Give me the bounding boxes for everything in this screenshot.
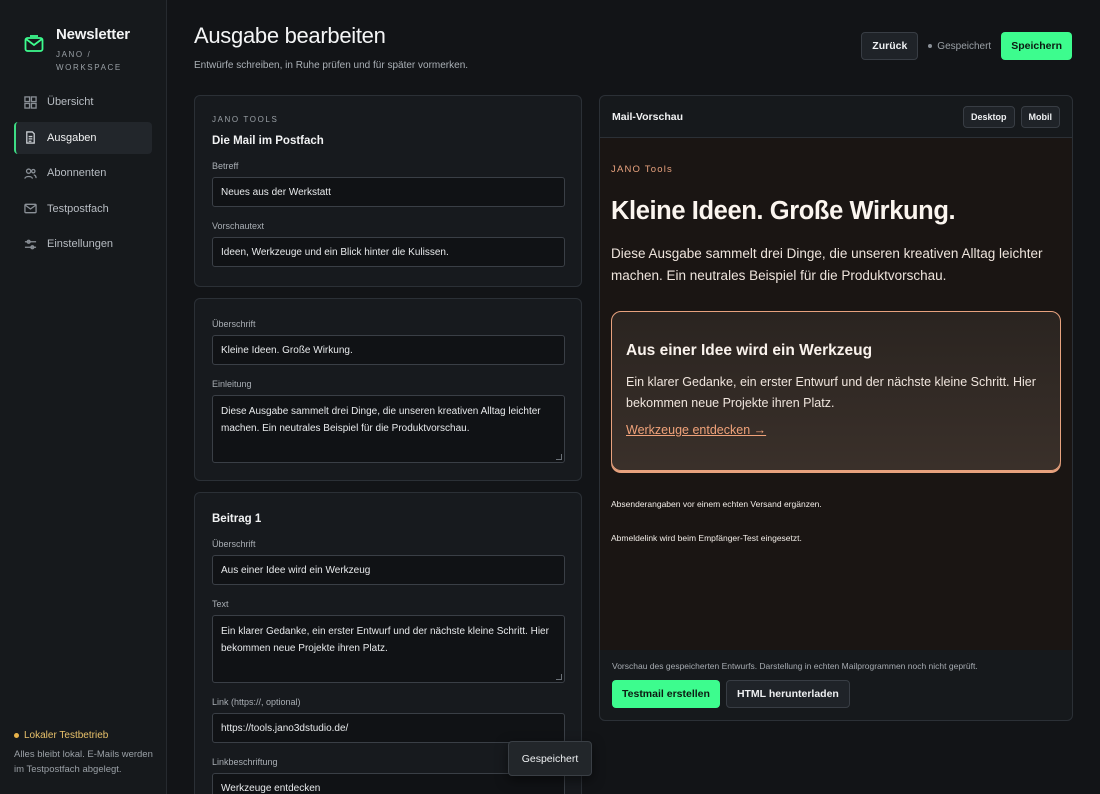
- heading-input[interactable]: Kleine Ideen. Große Wirkung.: [212, 335, 565, 365]
- sidebar-item-label: Einstellungen: [47, 238, 114, 250]
- sidebar-item-uebersicht[interactable]: Übersicht: [14, 86, 152, 118]
- mobile-view-button[interactable]: Mobil: [1020, 105, 1060, 128]
- post-heading-label: Überschrift: [212, 539, 256, 549]
- mail-icon: [24, 203, 37, 214]
- subject-input[interactable]: Neues aus der Werkstatt: [212, 177, 565, 207]
- card-eyebrow: JANO TOOLS: [212, 115, 279, 124]
- intro-textarea-value: Diese Ausgabe sammelt drei Dinge, die un…: [221, 406, 541, 434]
- mail-box-text: Ein klarer Gedanke, ein erster Entwurf u…: [626, 375, 1036, 410]
- sidebar-nav: Übersicht Ausgaben Abonnenten Testpostfa…: [14, 86, 152, 264]
- mail-settings-card: JANO TOOLS Die Mail im Postfach Betreff …: [194, 95, 582, 287]
- subject-label: Betreff: [212, 161, 239, 171]
- page-subtitle: Entwürfe schreiben, in Ruhe prüfen und f…: [194, 60, 469, 71]
- mail-heading: Kleine Ideen. Große Wirkung.: [611, 197, 956, 225]
- sidebar-item-label: Testpostfach: [47, 202, 109, 215]
- back-button[interactable]: Zurück: [861, 32, 919, 60]
- post-title: Beitrag 1: [212, 513, 262, 525]
- link-text-input[interactable]: Werkzeuge entdecken: [212, 773, 565, 794]
- mail-unsubscribe-note: Abmeldelink wird beim Empfänger-Test ein…: [611, 533, 802, 543]
- sidebar: Newsletter JANO / WORKSPACE Übersicht Au…: [0, 0, 167, 794]
- brand-title: Newsletter: [56, 26, 130, 43]
- mail-feature-box: Aus einer Idee wird ein Werkzeug Ein kla…: [611, 311, 1061, 471]
- save-status: Gespeichert: [928, 41, 991, 52]
- download-html-button[interactable]: HTML herunterladen: [725, 680, 850, 708]
- mail-box-link[interactable]: Werkzeuge entdecken →: [626, 423, 766, 437]
- resize-grip-icon[interactable]: [556, 454, 562, 460]
- status-description: Alles bleibt lokal. E-Mails werden im Te…: [14, 749, 153, 775]
- brand-subtitle: JANO / WORKSPACE: [56, 50, 122, 72]
- link-input[interactable]: https://tools.jano3dstudio.de/: [212, 713, 565, 743]
- sidebar-item-einstellungen[interactable]: Einstellungen: [14, 228, 152, 260]
- sidebar-item-abonnenten[interactable]: Abonnenten: [14, 157, 152, 189]
- card-title: Die Mail im Postfach: [212, 135, 324, 147]
- grid-icon: [24, 95, 37, 109]
- sliders-icon: [24, 239, 37, 249]
- mail-brand: JANO Tools: [611, 164, 673, 175]
- post-text-label: Text: [212, 599, 229, 609]
- link-label: Link (https://, optional): [212, 697, 301, 707]
- mail-intro: Diese Ausgabe sammelt drei Dinge, die un…: [611, 246, 1043, 283]
- post-text-value: Ein klarer Gedanke, ein erster Entwurf u…: [221, 626, 549, 654]
- desktop-view-button[interactable]: Desktop: [962, 105, 1015, 128]
- resize-grip-icon[interactable]: [556, 674, 562, 680]
- content-card: Überschrift Kleine Ideen. Große Wirkung.…: [194, 298, 582, 481]
- preview-text-label: Vorschautext: [212, 221, 265, 231]
- mail-logo-icon: [24, 35, 44, 52]
- preview-hint: Vorschau des gespeicherten Entwurfs. Dar…: [612, 661, 978, 671]
- saved-toast: Gespeichert: [508, 741, 592, 776]
- users-icon: [24, 167, 37, 179]
- mail-box-title: Aus einer Idee wird ein Werkzeug: [626, 342, 873, 359]
- save-button[interactable]: Speichern: [1001, 32, 1072, 60]
- sidebar-item-label: Ausgaben: [47, 131, 97, 144]
- create-testmail-button[interactable]: Testmail erstellen: [612, 680, 720, 708]
- sidebar-item-testpostfach[interactable]: Testpostfach: [14, 193, 152, 225]
- preview-header: Mail-Vorschau Desktop Mobil: [600, 96, 1072, 138]
- sidebar-item-label: Abonnenten: [47, 167, 107, 179]
- intro-textarea[interactable]: Diese Ausgabe sammelt drei Dinge, die un…: [212, 395, 565, 463]
- status-dot-icon: [14, 733, 19, 738]
- status-label: Lokaler Testbetrieb: [24, 730, 109, 741]
- preview-device-toggle: Desktop Mobil: [962, 105, 1060, 128]
- post-heading-input[interactable]: Aus einer Idee wird ein Werkzeug: [212, 555, 565, 585]
- preview-footer: Vorschau des gespeicherten Entwurfs. Dar…: [600, 650, 1072, 708]
- environment-status: Lokaler Testbetrieb Alles bleibt lokal. …: [14, 730, 154, 777]
- save-status-dot-icon: [928, 44, 933, 48]
- preview-text-input[interactable]: Ideen, Werkzeuge und ein Blick hinter di…: [212, 237, 565, 267]
- status-badge: Lokaler Testbetrieb: [14, 730, 154, 741]
- save-status-label: Gespeichert: [937, 40, 992, 52]
- heading-label: Überschrift: [212, 319, 256, 329]
- sidebar-item-ausgaben[interactable]: Ausgaben: [14, 121, 152, 154]
- header-actions: Zurück Gespeichert Speichern: [861, 32, 1072, 60]
- post-text-textarea[interactable]: Ein klarer Gedanke, ein erster Entwurf u…: [212, 615, 565, 683]
- intro-label: Einleitung: [212, 379, 252, 389]
- mail-sender-note: Absenderangaben vor einem echten Versand…: [611, 499, 822, 509]
- preview-actions: Testmail erstellen HTML herunterladen: [612, 680, 1060, 708]
- preview-title: Mail-Vorschau: [612, 110, 683, 123]
- sidebar-item-label: Übersicht: [47, 96, 94, 108]
- mail-preview-panel: Mail-Vorschau Desktop Mobil JANO Tools K…: [599, 95, 1073, 721]
- brand: Newsletter JANO / WORKSPACE: [24, 26, 136, 74]
- page-title: Ausgabe bearbeiten: [194, 23, 386, 48]
- document-icon: [26, 131, 35, 144]
- mail-render: JANO Tools Kleine Ideen. Große Wirkung. …: [600, 138, 1072, 650]
